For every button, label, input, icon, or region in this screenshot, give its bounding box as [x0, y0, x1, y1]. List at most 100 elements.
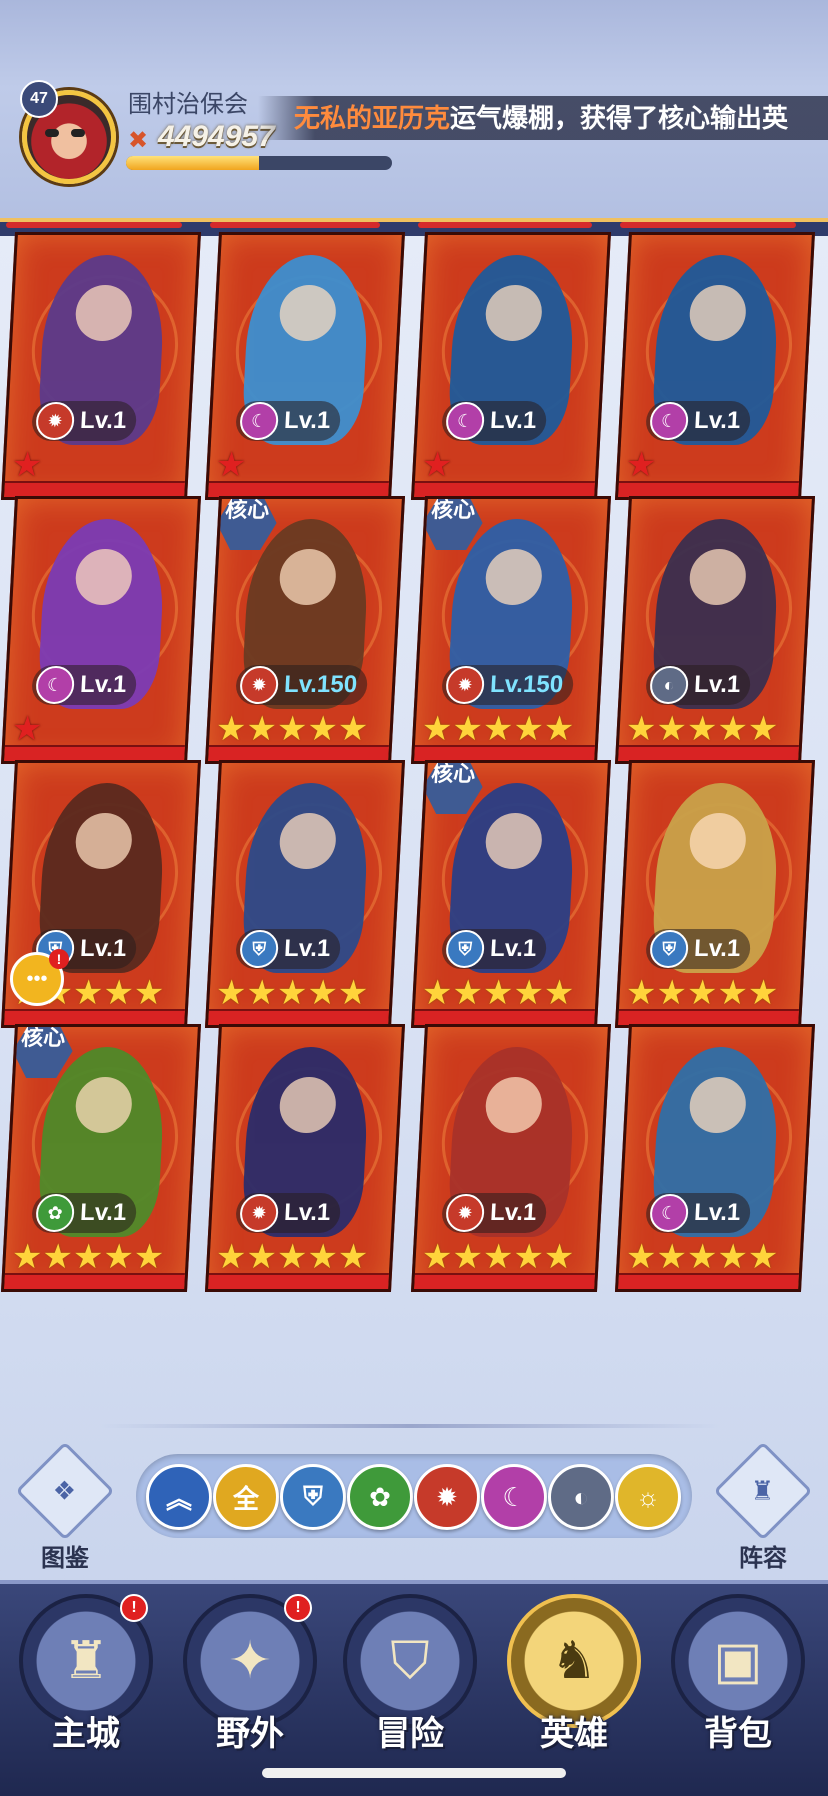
star-icon: ★ [481, 974, 515, 1012]
hero-level-pill: ⛨Lv.1 [235, 929, 342, 969]
star-icon: ★ [624, 1238, 658, 1276]
hero-star-rating: ★ [11, 710, 43, 748]
filter-collapse-button[interactable]: ︽ [146, 1464, 212, 1530]
star-icon: ★ [655, 710, 688, 748]
hero-star-rating: ★★★★★ [421, 974, 575, 1012]
hero-card[interactable]: ⛨Lv.1 ★★★★★ [614, 760, 816, 1028]
star-icon: ★ [132, 1238, 166, 1276]
hero-level: Lv.150 [283, 671, 358, 698]
handbook-label: 图鉴 [41, 1545, 89, 1572]
star-icon: ★ [102, 1238, 135, 1276]
nav-backpack-tab[interactable]: ▣ 背包 [668, 1594, 808, 1764]
filter-divider [100, 1424, 720, 1428]
nav-map-scroll-tab[interactable]: ✦ 野外! [180, 1594, 320, 1764]
top-header: 47 围村治保会 ✖ 4494957 无私的亚历克运气爆棚，获得了核心输出英 [0, 0, 828, 236]
hero-level: Lv.1 [489, 1199, 538, 1226]
nav-castle-tab[interactable]: ♜ 主城! [16, 1594, 156, 1764]
filter-nature-button[interactable]: ✿ [347, 1464, 413, 1530]
card-bottom-bar [208, 745, 389, 761]
lineup-icon: ♜ [713, 1441, 813, 1541]
star-icon: ★ [102, 974, 135, 1012]
hero-card[interactable]: 核心 ⛨ Lv.1 ★ ★ ★ ★ ★ [410, 760, 612, 1028]
fire-faction-icon: ✹ [239, 1194, 280, 1232]
star-icon: ★ [214, 446, 248, 484]
hero-card[interactable]: ✹ Lv.1 ★ ★ ★ ★ ★ [410, 1024, 612, 1292]
star-icon: ★ [245, 710, 278, 748]
star-icon: ★ [685, 1238, 719, 1276]
star-icon: ★ [451, 710, 484, 748]
filter-water-button[interactable]: ⛨ [280, 1464, 346, 1530]
filter-all-button[interactable]: 全 [213, 1464, 279, 1530]
hero-card[interactable]: ☾ Lv.1 ★ [204, 232, 406, 500]
hero-card[interactable]: ☾ Lv.1 ★ ★ ★ ★ ★ [614, 1024, 816, 1292]
hero-level: Lv.1 [693, 1199, 742, 1226]
star-icon: ★ [420, 710, 454, 748]
water-faction-icon: ⛨ [445, 930, 486, 968]
chat-bubble-button[interactable]: ••• ! [10, 949, 69, 1006]
filter-light-button[interactable]: ☼ [615, 1464, 681, 1530]
star-icon: ★ [716, 710, 749, 748]
hero-level-pill: ⛨Lv.1 [645, 929, 752, 969]
star-icon: ★ [746, 1238, 780, 1276]
star-icon: ★ [512, 710, 545, 748]
hero-card[interactable]: ⛨Lv.1★★★★★ [204, 760, 406, 1028]
hero-card[interactable]: ✹ Lv.1 ★ ★ ★ ★ ★ [204, 1024, 406, 1292]
hero-star-rating: ★★★★★ [215, 1238, 369, 1276]
hero-star-rating: ★★★★★ [11, 1238, 166, 1276]
lineup-button[interactable]: ♜ 阵容 [713, 1441, 813, 1573]
star-icon: ★ [306, 1238, 339, 1276]
hero-card[interactable]: ☾ Lv.1 ★ [0, 496, 202, 764]
nature-faction-icon: ✿ [35, 1194, 76, 1232]
power-icon: ✖ [128, 127, 149, 154]
handbook-button[interactable]: ❖ 图鉴 [15, 1441, 115, 1573]
star-icon: ★ [542, 1238, 576, 1276]
nav-label: 冒险 [376, 1715, 444, 1753]
hero-card[interactable]: 核心 ✹ Lv.150 ★ ★ ★ ★ ★ [410, 496, 612, 764]
shadow-faction-icon: ☾ [239, 402, 280, 440]
star-icon: ★ [746, 710, 780, 748]
nav-label: 英雄 [540, 1715, 608, 1753]
hero-level: Lv.1 [79, 407, 128, 434]
star-icon: ★ [685, 974, 719, 1012]
star-icon: ★ [336, 974, 370, 1012]
faction-filter-bar: ︽ 全 ⛨ ✿ ✹ ☾ ◐ ☼ [136, 1454, 692, 1538]
card-bottom-bar [4, 745, 185, 761]
card-bottom-bar [618, 1273, 799, 1289]
star-icon: ★ [245, 974, 278, 1012]
shadow-faction-icon: ☾ [445, 402, 486, 440]
bottom-navigation: ♜ 主城! ✦ 野外! ⛉ 冒险 ♞ 英雄 ▣ 背包 [0, 1580, 828, 1796]
star-icon: ★ [746, 974, 780, 1012]
hero-card[interactable]: ◐ Lv.1 ★ ★ ★ ★ ★ [614, 496, 816, 764]
hero-star-rating: ★★★★★ [625, 710, 780, 748]
hero-level-pill: ☾ Lv.1 [645, 401, 752, 441]
hero-level-pill: ✹ Lv.1 [441, 1193, 548, 1233]
star-icon: ★ [716, 974, 749, 1012]
card-bottom-bar [208, 1273, 389, 1289]
alert-badge: ! [120, 1594, 148, 1622]
star-icon: ★ [512, 974, 545, 1012]
star-icon: ★ [716, 1238, 749, 1276]
hero-card[interactable]: ☾ Lv.1 ★ [614, 232, 816, 500]
card-bottom-bar [414, 745, 595, 761]
star-icon: ★ [481, 710, 515, 748]
hero-star-rating: ★★★★★ [625, 974, 780, 1012]
hero-level-pill: ◐ Lv.1 [645, 665, 752, 705]
filter-shadow-button[interactable]: ☾ [481, 1464, 547, 1530]
fire-faction-icon: ✹ [35, 402, 76, 440]
hero-card[interactable]: 核心 ✿ Lv.1 ★ ★ ★ ★ ★ [0, 1024, 202, 1292]
dark-faction-icon: ◐ [649, 666, 690, 704]
handbook-icon: ❖ [15, 1441, 115, 1541]
shadow-faction-icon: ☾ [649, 1194, 690, 1232]
star-icon: ★ [451, 974, 484, 1012]
hero-card[interactable]: 核心 ✹ Lv.150 ★ ★ ★ ★ ★ [204, 496, 406, 764]
nav-shield-tab[interactable]: ⛉ 冒险 [340, 1594, 480, 1764]
hero-level: Lv.150 [489, 671, 564, 698]
hero-card[interactable]: ☾ Lv.1 ★ [410, 232, 612, 500]
hero-card[interactable]: ✹ Lv.1 ★ [0, 232, 202, 500]
nav-helmet-tab[interactable]: ♞ 英雄 [504, 1594, 644, 1764]
player-name: 围村治保会 [128, 91, 248, 118]
star-icon: ★ [420, 1238, 454, 1276]
filter-fire-button[interactable]: ✹ [414, 1464, 480, 1530]
hero-level-pill: ⛨Lv.1 [441, 929, 548, 969]
filter-dark-button[interactable]: ◐ [548, 1464, 614, 1530]
